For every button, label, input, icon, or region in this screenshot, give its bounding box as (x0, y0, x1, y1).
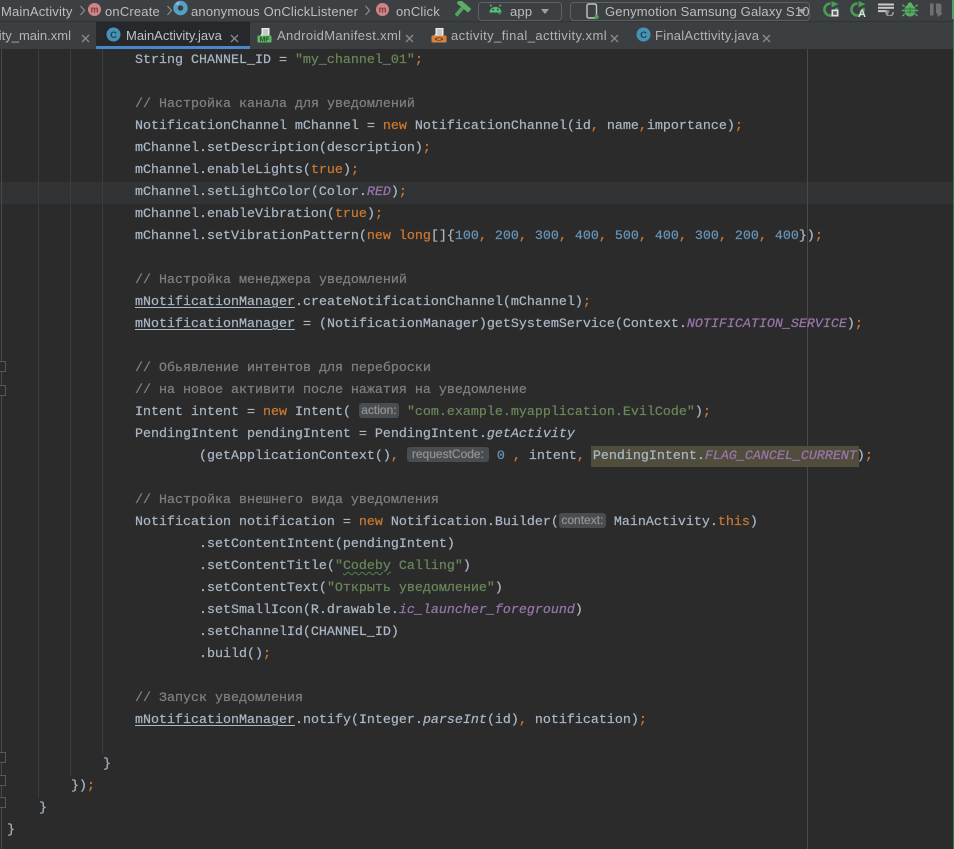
svg-text:MF: MF (259, 36, 270, 43)
svg-text:C: C (640, 30, 647, 41)
svg-text:C: C (110, 30, 117, 41)
svg-text:m: m (90, 5, 98, 15)
svg-text:m: m (378, 5, 386, 15)
svg-text:<>: <> (435, 34, 444, 43)
svg-text:A: A (858, 8, 866, 18)
